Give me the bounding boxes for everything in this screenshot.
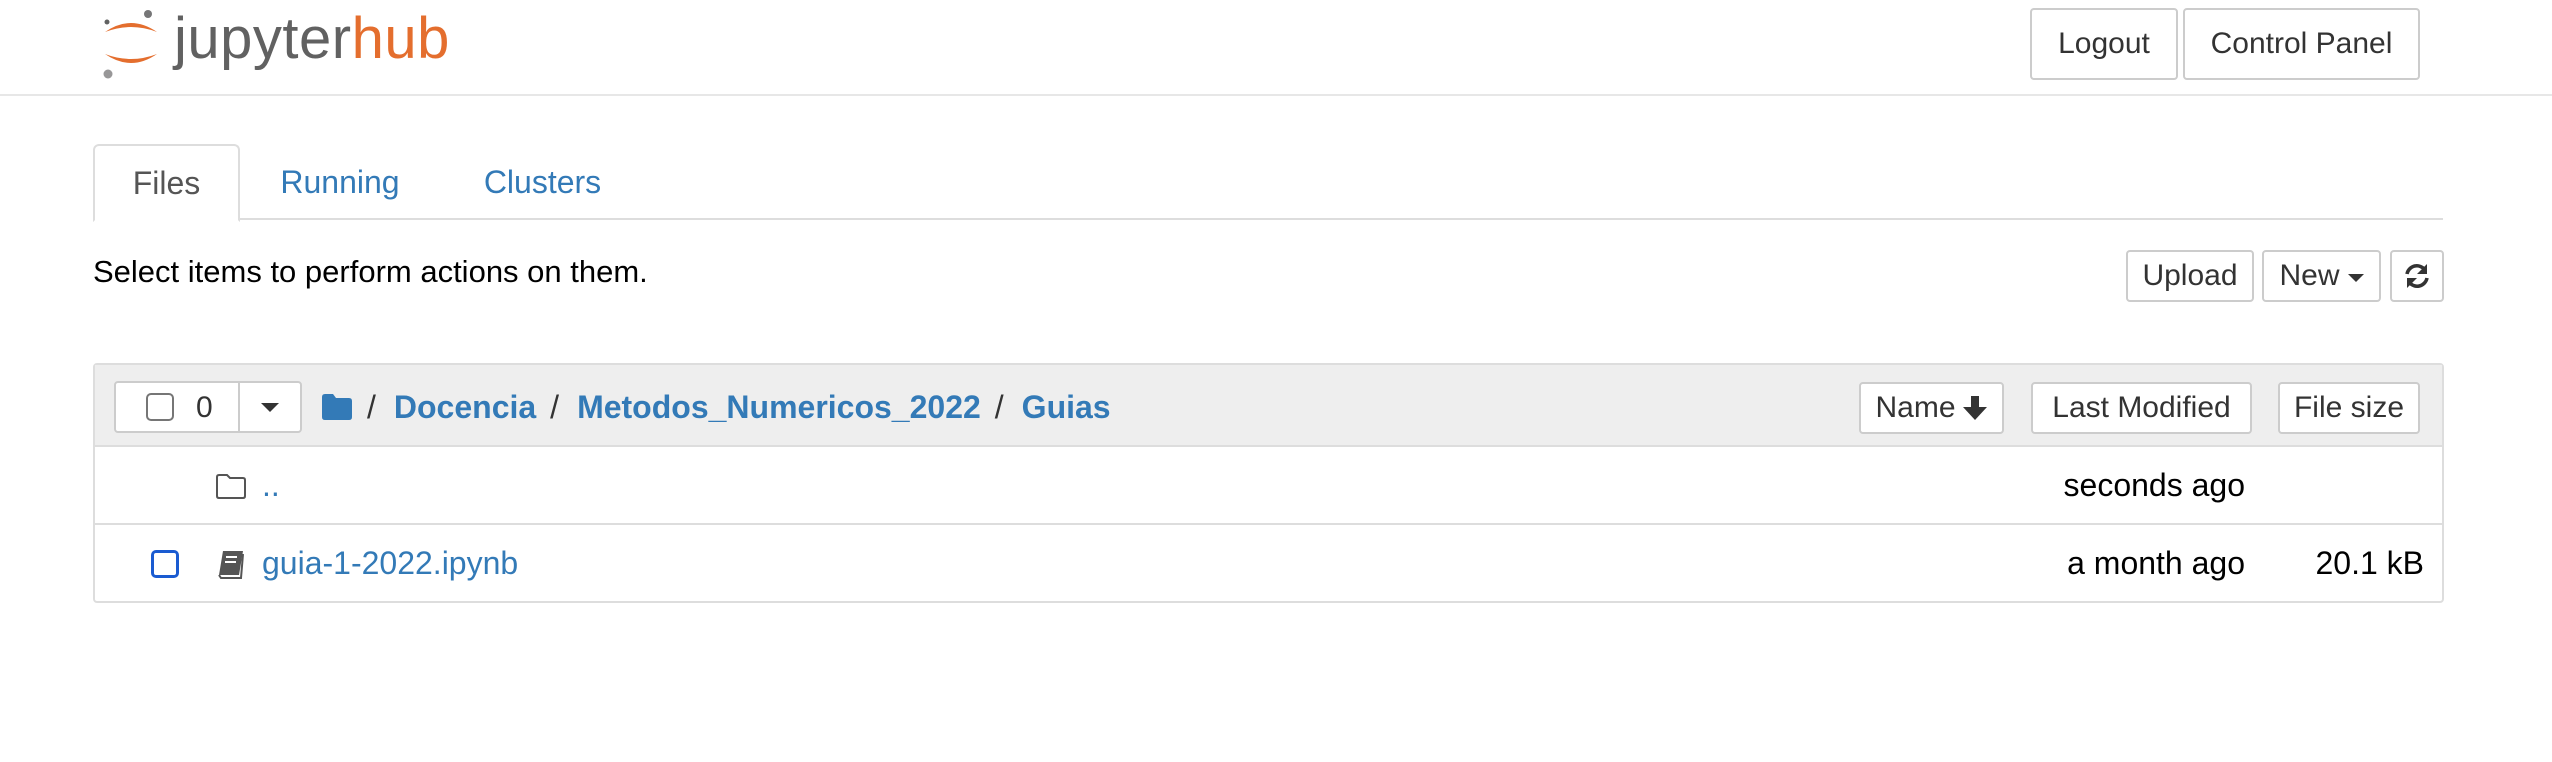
logout-button[interactable]: Logout bbox=[2030, 8, 2178, 80]
modified-time: a month ago bbox=[2067, 545, 2245, 581]
new-dropdown-button[interactable]: New bbox=[2262, 250, 2381, 302]
file-size: 20.1 kB bbox=[2315, 545, 2424, 581]
breadcrumb-metodos-numericos[interactable]: Metodos_Numericos_2022 bbox=[577, 389, 981, 426]
control-panel-button[interactable]: Control Panel bbox=[2183, 8, 2420, 80]
select-all-checkbox[interactable] bbox=[146, 393, 174, 421]
list-item[interactable]: .. seconds ago bbox=[95, 447, 2442, 525]
sort-by-last-modified-button[interactable]: Last Modified bbox=[2031, 382, 2252, 434]
breadcrumb-separator: / bbox=[550, 388, 560, 425]
tab-clusters[interactable]: Clusters bbox=[440, 144, 645, 220]
sort-by-file-size-button[interactable]: File size bbox=[2278, 382, 2420, 434]
top-header: jupyterhub Logout Control Panel bbox=[0, 0, 2552, 96]
selection-group: 0 bbox=[114, 381, 302, 433]
instructions-text: Select items to perform actions on them. bbox=[93, 254, 648, 289]
file-list-header: 0 / Docencia / Metodos_Numericos_2022 / … bbox=[95, 365, 2442, 447]
tab-files[interactable]: Files bbox=[93, 144, 240, 222]
logo-text-jupyter: jupyter bbox=[174, 6, 352, 71]
logo-text-hub: hub bbox=[351, 6, 450, 71]
tab-running[interactable]: Running bbox=[240, 144, 440, 220]
jupyterhub-logo[interactable]: jupyterhub bbox=[100, 6, 480, 80]
selected-count: 0 bbox=[196, 391, 213, 424]
refresh-icon bbox=[2405, 264, 2429, 288]
modified-time: seconds ago bbox=[2063, 467, 2245, 503]
selection-dropdown-button[interactable] bbox=[240, 383, 300, 431]
logo-wordmark: jupyterhub bbox=[174, 6, 450, 72]
folder-icon bbox=[216, 474, 246, 499]
file-list: 0 / Docencia / Metodos_Numericos_2022 / … bbox=[93, 363, 2444, 603]
breadcrumb-separator: / bbox=[367, 388, 376, 425]
breadcrumb: / Docencia / Metodos_Numericos_2022 / Gu… bbox=[321, 385, 1111, 429]
breadcrumb-separator: / bbox=[994, 388, 1004, 425]
list-item[interactable]: guia-1-2022.ipynb a month ago 20.1 kB bbox=[95, 525, 2442, 603]
tab-bar: Files Running Clusters bbox=[93, 144, 2443, 222]
arrow-down-icon bbox=[1962, 396, 1987, 420]
caret-down-icon bbox=[2347, 274, 2364, 282]
jupyter-logo-icon bbox=[103, 10, 157, 79]
sort-by-name-button[interactable]: Name bbox=[1859, 382, 2004, 434]
sort-name-label: Name bbox=[1875, 391, 1956, 424]
upload-button[interactable]: Upload bbox=[2126, 250, 2254, 302]
new-button-label: New bbox=[2279, 259, 2340, 292]
parent-directory-link[interactable]: .. bbox=[262, 467, 280, 504]
row-checkbox[interactable] bbox=[151, 550, 179, 578]
notebook-icon bbox=[218, 551, 244, 579]
breadcrumb-docencia[interactable]: Docencia bbox=[394, 389, 536, 426]
select-all-control[interactable]: 0 bbox=[116, 383, 240, 431]
breadcrumb-guias[interactable]: Guias bbox=[1022, 389, 1111, 426]
caret-down-icon bbox=[261, 402, 279, 412]
refresh-button[interactable] bbox=[2390, 250, 2444, 302]
folder-home-icon[interactable] bbox=[321, 393, 353, 421]
notebook-file-link[interactable]: guia-1-2022.ipynb bbox=[262, 545, 518, 582]
